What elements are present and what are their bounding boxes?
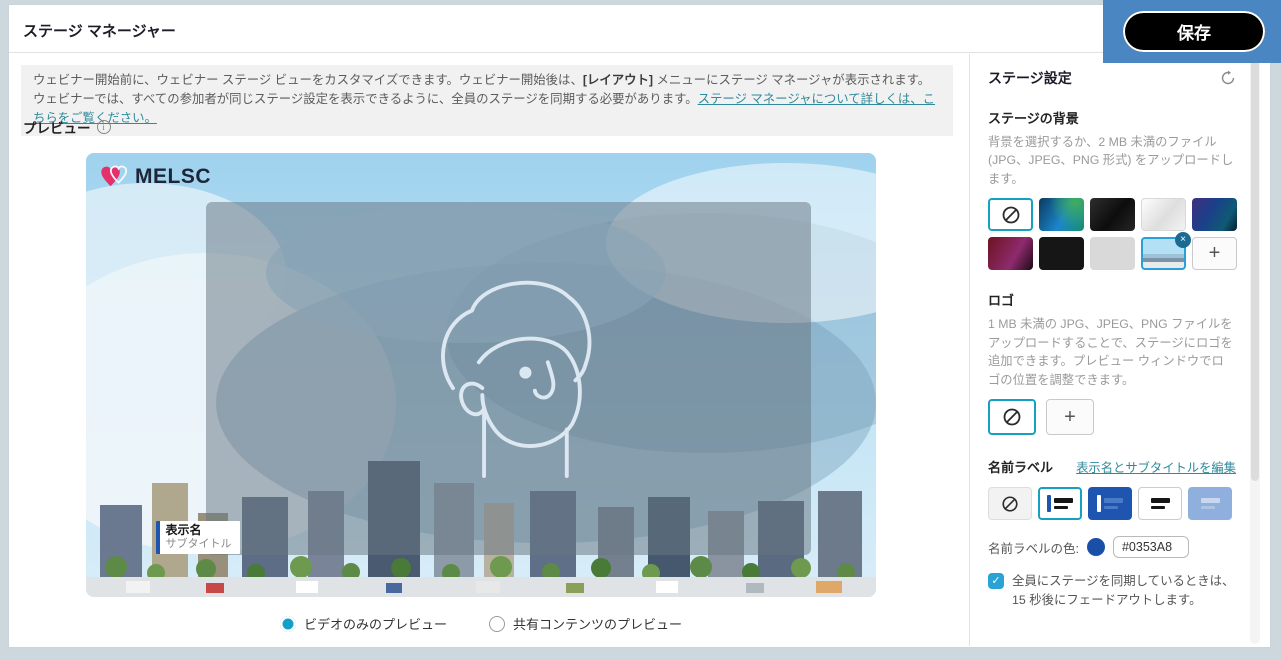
name-label-style-text-only[interactable]	[1138, 487, 1182, 520]
remove-background-icon[interactable]: ×	[1175, 232, 1191, 248]
name-label-style-solid-blue[interactable]	[1088, 487, 1132, 520]
background-swatch-black[interactable]	[1039, 237, 1084, 270]
refresh-icon[interactable]	[1220, 70, 1236, 86]
stage-logo[interactable]: MELSC	[100, 163, 211, 190]
background-swatch-maroon[interactable]	[988, 237, 1033, 270]
name-label-style-bar-white-selected[interactable]	[1038, 487, 1082, 520]
radio-selected-icon[interactable]	[280, 616, 296, 632]
subtitle-text: サブタイトル	[166, 538, 232, 551]
main-panel: ウェビナー開始前に、ウェビナー ステージ ビューをカスタマイズできます。ウェビナ…	[9, 54, 963, 647]
ban-icon	[1001, 205, 1021, 225]
background-swatch-grid: × +	[988, 198, 1238, 270]
name-label-style-translucent[interactable]	[1188, 487, 1232, 520]
radio-video-only[interactable]: ビデオのみのプレビュー	[280, 614, 447, 633]
ban-icon	[1002, 407, 1022, 427]
name-label-color-swatch[interactable]	[1087, 538, 1105, 556]
background-swatch-gray[interactable]	[1090, 237, 1135, 270]
logo-options: +	[988, 399, 1236, 435]
page-title: ステージ マネージャー	[23, 20, 176, 41]
display-name-text: 表示名	[166, 523, 232, 538]
background-swatch-dark-waves[interactable]	[1090, 198, 1135, 231]
background-swatch-city-photo-selected[interactable]: ×	[1141, 237, 1186, 270]
preview-mode-radios: ビデオのみのプレビュー 共有コンテンツのプレビュー	[86, 614, 876, 633]
background-section-description: 背景を選択するか、2 MB 未満のファイル (JPG、JPEG、PNG 形式) …	[988, 133, 1236, 188]
logo-section-description: 1 MB 未満の JPG、JPEG、PNG ファイルをアップロードすることで、ス…	[988, 315, 1236, 389]
sidebar-scrollbar[interactable]	[1250, 56, 1260, 644]
banner-line1-post: メニューにステージ マネージャが表示されます。	[653, 73, 930, 87]
add-logo-button[interactable]: +	[1046, 399, 1094, 435]
name-label-preview[interactable]: 表示名 サブタイトル	[156, 521, 240, 554]
scrollbar-thumb[interactable]	[1251, 58, 1259, 481]
plus-icon: +	[1209, 242, 1221, 265]
background-swatch-blue-purple[interactable]	[1192, 198, 1237, 231]
stage-logo-text: MELSC	[135, 165, 211, 189]
radio-unselected-icon[interactable]	[489, 616, 505, 632]
name-label-style-none[interactable]	[988, 487, 1032, 520]
info-banner: ウェビナー開始前に、ウェビナー ステージ ビューをカスタマイズできます。ウェビナ…	[21, 65, 953, 136]
header: ステージ マネージャー	[9, 5, 1270, 53]
name-label-section-heading: 名前ラベル	[988, 457, 1053, 476]
save-button[interactable]: 保存	[1123, 11, 1265, 52]
logo-option-none[interactable]	[988, 399, 1036, 435]
name-label-color-input[interactable]	[1113, 536, 1189, 558]
sidebar-title: ステージ設定	[988, 68, 1072, 88]
logo-section-heading: ロゴ	[988, 290, 1236, 309]
preview-stage[interactable]: MELSC 表示名 サブタイトル	[86, 153, 876, 597]
melsc-heart-icon	[100, 163, 130, 190]
ban-icon	[1001, 495, 1019, 513]
background-swatch-none[interactable]	[988, 198, 1033, 231]
radio-shared-content[interactable]: 共有コンテンツのプレビュー	[489, 614, 682, 633]
radio-shared-content-label: 共有コンテンツのプレビュー	[513, 614, 682, 633]
sync-fadeout-checkbox[interactable]: ✓	[988, 573, 1004, 589]
background-swatch-teal-green[interactable]	[1039, 198, 1084, 231]
stage-manager-window: ステージ マネージャー ウェビナー開始前に、ウェビナー ステージ ビューをカスタ…	[8, 4, 1271, 648]
background-section-heading: ステージの背景	[988, 108, 1236, 127]
sync-fadeout-label: 全員にステージを同期しているときは、15 秒後にフェードアウトします。	[1012, 572, 1236, 609]
name-label-style-options	[988, 487, 1236, 520]
banner-line1-bold: [レイアウト]	[583, 73, 653, 87]
radio-video-only-label: ビデオのみのプレビュー	[304, 614, 447, 633]
preview-heading: プレビュー	[23, 117, 91, 137]
name-label-color-label: 名前ラベルの色:	[988, 538, 1079, 557]
banner-line1-pre: ウェビナー開始前に、ウェビナー ステージ ビューをカスタマイズできます。ウェビナ…	[33, 73, 583, 87]
participant-placeholder-icon	[422, 251, 612, 491]
background-swatch-light-waves[interactable]	[1141, 198, 1186, 231]
stage-settings-sidebar: ステージ設定 ステージの背景 背景を選択するか、2 MB 未満のファイル (JP…	[969, 54, 1262, 646]
add-background-button[interactable]: +	[1192, 237, 1237, 270]
plus-icon: +	[1064, 406, 1076, 429]
banner-line2-text: ウェビナーでは、すべての参加者が同じステージ設定を表示できるように、全員のステー…	[33, 92, 698, 106]
info-icon[interactable]: i	[97, 120, 111, 134]
save-button-highlight: 保存	[1103, 0, 1281, 63]
edit-display-name-link[interactable]: 表示名とサブタイトルを編集	[1076, 458, 1236, 476]
